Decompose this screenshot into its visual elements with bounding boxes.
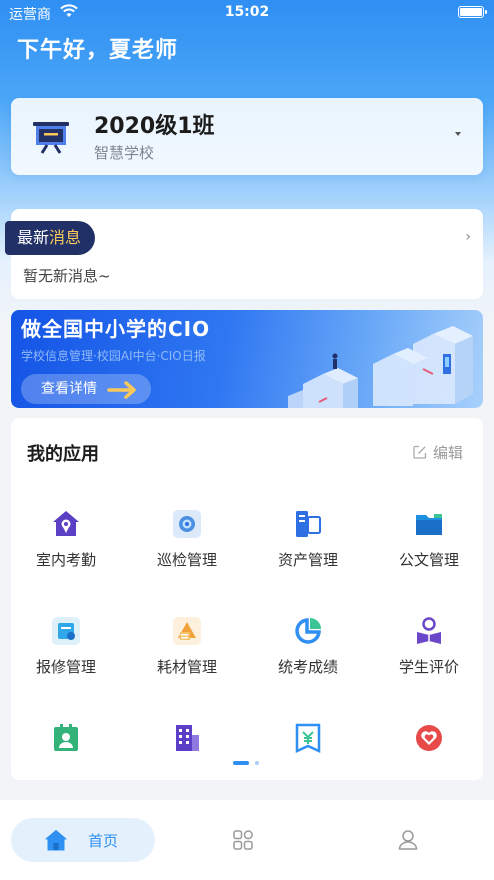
banner-subtitle: 学校信息管理·校园AI中台·CIO日报 — [21, 349, 206, 363]
news-tag: 最新消息 — [5, 221, 96, 255]
battery-icon — [458, 6, 487, 18]
app-label: 学生评价 — [398, 658, 459, 676]
app-item[interactable]: 公文管理 — [374, 509, 484, 589]
app-label: 统考成绩 — [277, 658, 338, 676]
app-item[interactable]: 室内考勤 — [11, 509, 121, 589]
edit-button[interactable]: 编辑 — [413, 442, 463, 463]
arrow-right-icon — [107, 381, 136, 399]
app-label: 巡检管理 — [156, 551, 217, 569]
contact-card-icon — [54, 724, 78, 751]
building-icon — [176, 725, 199, 751]
class-name: 2020级1班 — [94, 114, 215, 139]
status-bar: 运营商 15:02 — [0, 0, 494, 26]
edit-label: 编辑 — [432, 444, 463, 462]
finance-book-icon — [295, 723, 321, 753]
repair-icon — [52, 617, 80, 645]
app-item[interactable] — [11, 723, 121, 803]
app-item[interactable]: 资产管理 — [253, 509, 363, 589]
app-item[interactable]: 巡检管理 — [132, 509, 242, 589]
school-name: 智慧学校 — [94, 144, 155, 162]
my-apps-panel: 我的应用 编辑 室内考勤 巡检管理 资产管理 公文管理 报修管理 耗材管理 统考… — [11, 418, 483, 780]
page-dot — [255, 761, 259, 765]
tab-home-label: 首页 — [88, 832, 119, 850]
campus-illustration — [288, 326, 473, 408]
apps-grid-icon[interactable] — [232, 829, 254, 851]
user-icon[interactable] — [397, 829, 419, 851]
greeting: 下午好，夏老师 — [17, 38, 179, 63]
assets-icon — [296, 511, 321, 537]
clock: 15:02 — [224, 4, 270, 20]
chevron-down-icon[interactable] — [455, 132, 461, 136]
inspection-icon — [173, 510, 201, 538]
news-tag-highlight: 消息 — [49, 228, 82, 247]
page-indicator — [233, 761, 273, 767]
pie-chart-icon — [295, 618, 321, 644]
news-panel[interactable]: 最新消息 › 暂无新消息~ — [5, 209, 483, 299]
materials-icon — [173, 617, 201, 645]
app-label: 资产管理 — [277, 551, 338, 569]
class-selector[interactable]: 2020级1班 智慧学校 — [11, 98, 483, 175]
promo-banner[interactable]: 做全国中小学的CIO 学校信息管理·校园AI中台·CIO日报 查看详情 — [11, 310, 483, 408]
classroom-icon — [33, 122, 69, 154]
page-dot-active — [233, 761, 249, 765]
news-tag-prefix: 最新 — [17, 228, 50, 247]
home-location-icon — [53, 511, 79, 536]
heart-shield-icon — [416, 725, 442, 751]
chevron-right-icon[interactable]: › — [465, 229, 471, 245]
student-icon — [417, 617, 441, 644]
bottom-tab-bar: 首页 — [0, 800, 494, 880]
news-empty-text: 暂无新消息~ — [23, 267, 111, 285]
banner-title: 做全国中小学的CIO — [21, 317, 211, 341]
app-label: 报修管理 — [35, 658, 96, 676]
app-label: 耗材管理 — [156, 658, 217, 676]
folder-icon — [416, 514, 442, 535]
app-label: 室内考勤 — [35, 551, 96, 569]
app-item[interactable]: 报修管理 — [11, 616, 121, 696]
app-item[interactable] — [132, 723, 242, 803]
edit-icon — [413, 445, 427, 459]
apps-title: 我的应用 — [27, 444, 99, 465]
home-icon — [45, 830, 67, 851]
app-item[interactable]: 耗材管理 — [132, 616, 242, 696]
app-item[interactable] — [374, 723, 484, 803]
app-item[interactable]: 学生评价 — [374, 616, 484, 696]
app-item[interactable]: 统考成绩 — [253, 616, 363, 696]
app-label: 公文管理 — [398, 551, 459, 569]
tab-home[interactable]: 首页 — [11, 818, 155, 862]
